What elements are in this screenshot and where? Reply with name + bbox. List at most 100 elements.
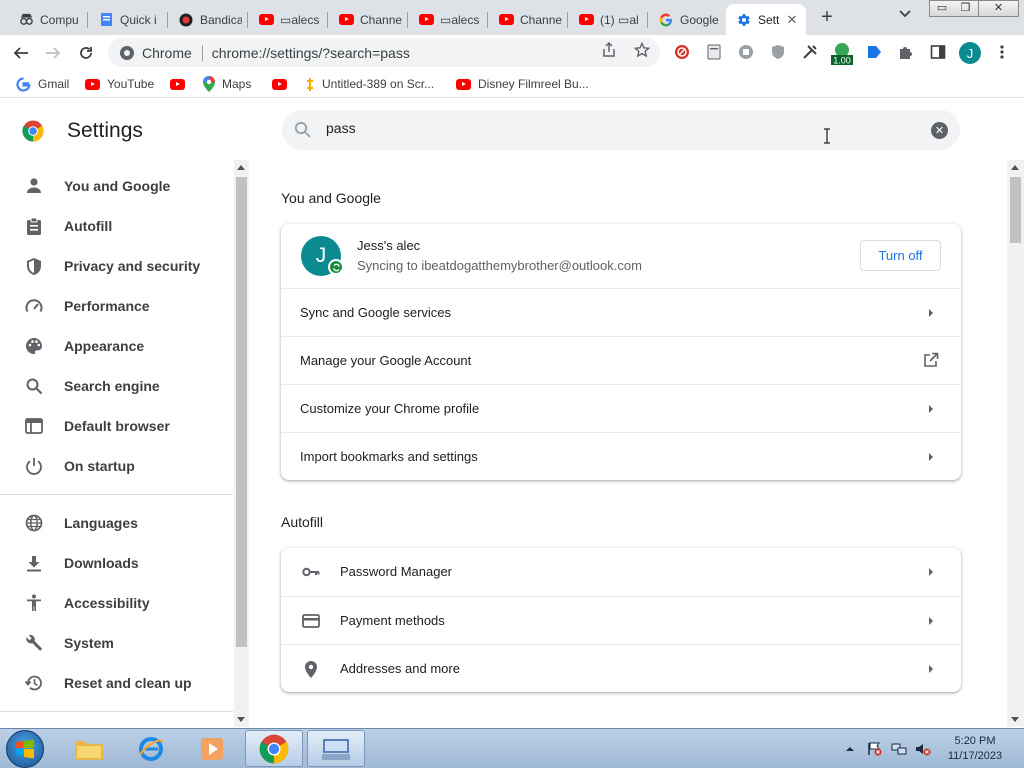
bookmark-label: Maps xyxy=(222,77,252,91)
reload-button[interactable] xyxy=(73,40,99,66)
settings-header: Settings ✕ xyxy=(0,98,1024,160)
search-input[interactable] xyxy=(326,120,886,136)
sidebar-item-downloads[interactable]: Downloads xyxy=(0,543,233,583)
bookmark-disney-filmreel[interactable]: Disney Filmreel Bu... xyxy=(456,75,589,93)
sidebar-item-default-browser[interactable]: Default browser xyxy=(0,406,233,446)
settings-search[interactable]: ✕ xyxy=(282,110,960,150)
taskbar-keyboard-app[interactable] xyxy=(307,730,365,767)
taskbar-media-player[interactable] xyxy=(183,730,241,767)
tab-search-chevron-icon[interactable] xyxy=(896,9,914,27)
main-scrollbar[interactable] xyxy=(1007,160,1024,727)
url-text[interactable]: chrome://settings/?search=pass xyxy=(212,45,410,61)
turn-off-sync-button[interactable]: Turn off xyxy=(860,240,941,271)
search-icon xyxy=(24,376,44,396)
bookmark-youtube[interactable]: YouTube xyxy=(85,75,154,93)
play-extension-icon[interactable] xyxy=(865,43,883,61)
tab-settings[interactable]: Setti ✕ xyxy=(726,4,806,35)
forward-button[interactable] xyxy=(40,40,66,66)
sidebar-item-accessibility[interactable]: Accessibility xyxy=(0,583,233,623)
main-scroll-thumb[interactable] xyxy=(1010,177,1021,243)
extensions-puzzle-icon[interactable] xyxy=(897,43,915,61)
tab-title: ▭alecs xyxy=(440,12,480,27)
clear-search-icon[interactable]: ✕ xyxy=(931,122,948,139)
bookmark-star-icon[interactable] xyxy=(633,41,651,59)
address-bar[interactable]: Chrome chrome://settings/?search=pass xyxy=(108,38,660,67)
sidebar-item-system[interactable]: System xyxy=(0,623,233,663)
scroll-up-icon[interactable] xyxy=(1011,165,1019,170)
tab-3[interactable]: Bandica xyxy=(168,4,248,35)
start-button[interactable] xyxy=(6,730,44,768)
row-label: Sync and Google services xyxy=(300,305,452,320)
restore-button[interactable]: ❐ xyxy=(953,0,979,17)
bookmark-youtube-2[interactable] xyxy=(170,75,192,93)
tab-9[interactable]: Google xyxy=(648,4,726,35)
sidebar-item-on-startup[interactable]: On startup xyxy=(0,446,233,486)
sidebar-item-search-engine[interactable]: Search engine xyxy=(0,366,233,406)
row-customize-chrome-profile[interactable]: Customize your Chrome profile xyxy=(281,384,961,432)
sidebar-item-privacy-and-security[interactable]: Privacy and security xyxy=(0,246,233,286)
power-icon xyxy=(24,456,44,476)
taskbar-internet-explorer[interactable] xyxy=(122,730,180,767)
row-payment-methods[interactable]: Payment methods xyxy=(281,596,961,644)
bookmark-youtube-3[interactable] xyxy=(272,75,294,93)
tab-4[interactable]: ▭alecs xyxy=(248,4,328,35)
side-panel-icon[interactable] xyxy=(929,43,947,61)
tab-1[interactable]: Compu xyxy=(8,4,88,35)
keyboard-icon xyxy=(322,738,350,760)
scroll-down-icon[interactable] xyxy=(1011,717,1019,722)
tab-5[interactable]: Channe xyxy=(328,4,408,35)
arrow-right-icon xyxy=(929,309,933,317)
taskbar-clock[interactable]: 5:20 PM 11/17/2023 xyxy=(940,734,1010,764)
chrome-small-icon xyxy=(120,45,134,60)
action-center-icon[interactable] xyxy=(867,742,882,756)
account-name: Jess's alec xyxy=(357,238,421,253)
more-menu-icon[interactable] xyxy=(993,43,1011,61)
adblock-extension-icon[interactable] xyxy=(673,43,691,61)
scroll-up-icon[interactable] xyxy=(237,165,245,170)
taskbar-explorer[interactable] xyxy=(60,730,118,767)
windows-taskbar: 5:20 PM 11/17/2023 xyxy=(0,728,1024,768)
sidebar-item-label: You and Google xyxy=(64,178,171,194)
back-button[interactable] xyxy=(8,40,34,66)
row-password-manager[interactable]: Password Manager xyxy=(281,548,961,596)
new-tab-button[interactable]: + xyxy=(815,7,839,28)
row-manage-google-account[interactable]: Manage your Google Account xyxy=(281,336,961,384)
sidebar-scrollbar[interactable] xyxy=(234,160,249,727)
close-tab-icon[interactable]: ✕ xyxy=(784,12,800,28)
sidebar-item-reset-and-clean-up[interactable]: Reset and clean up xyxy=(0,663,233,703)
volume-muted-icon[interactable] xyxy=(915,742,931,756)
scroll-down-icon[interactable] xyxy=(237,717,245,722)
sidebar-scroll-thumb[interactable] xyxy=(236,177,247,647)
sidebar-item-appearance[interactable]: Appearance xyxy=(0,326,233,366)
speed-extension-icon[interactable]: 1.00 xyxy=(830,42,854,66)
taskbar-chrome[interactable] xyxy=(245,730,303,767)
row-addresses-and-more[interactable]: Addresses and more xyxy=(281,644,961,692)
arrow-right-icon xyxy=(929,568,933,576)
tab-2[interactable]: Quick i xyxy=(88,4,168,35)
tab-8[interactable]: (1) ▭al xyxy=(568,4,648,35)
sidebar-item-autofill[interactable]: Autofill xyxy=(0,206,233,246)
share-icon[interactable] xyxy=(600,41,618,59)
shield-extension-icon[interactable] xyxy=(769,43,787,61)
tab-6[interactable]: ▭alecs xyxy=(408,4,488,35)
row-sync-and-google-services[interactable]: Sync and Google services xyxy=(281,288,961,336)
bookmark-gmail[interactable]: Gmail xyxy=(16,75,69,93)
sidebar-item-you-and-google[interactable]: You and Google xyxy=(0,166,233,206)
privacy-extension-icon[interactable] xyxy=(737,43,755,61)
window-close-button[interactable]: ✕ xyxy=(979,0,1019,17)
row-import-bookmarks[interactable]: Import bookmarks and settings xyxy=(281,432,961,480)
sidebar-item-performance[interactable]: Performance xyxy=(0,286,233,326)
sidebar-item-languages[interactable]: Languages xyxy=(0,503,233,543)
site-info-chip[interactable]: Chrome xyxy=(108,44,212,61)
profile-avatar[interactable]: J xyxy=(959,42,981,64)
network-icon[interactable] xyxy=(891,742,907,756)
tools-extension-icon[interactable] xyxy=(801,43,819,61)
gmail-icon xyxy=(16,76,31,92)
bookmark-maps[interactable]: Maps xyxy=(203,75,251,93)
bookmark-untitled-389[interactable]: Untitled-389 on Scr... xyxy=(305,75,434,93)
tab-7[interactable]: Channe xyxy=(488,4,568,35)
notes-extension-icon[interactable] xyxy=(705,43,723,61)
tray-expand-icon[interactable] xyxy=(845,742,859,756)
tab-title: Channe xyxy=(360,12,402,27)
minimize-button[interactable]: ▭ xyxy=(929,0,955,17)
